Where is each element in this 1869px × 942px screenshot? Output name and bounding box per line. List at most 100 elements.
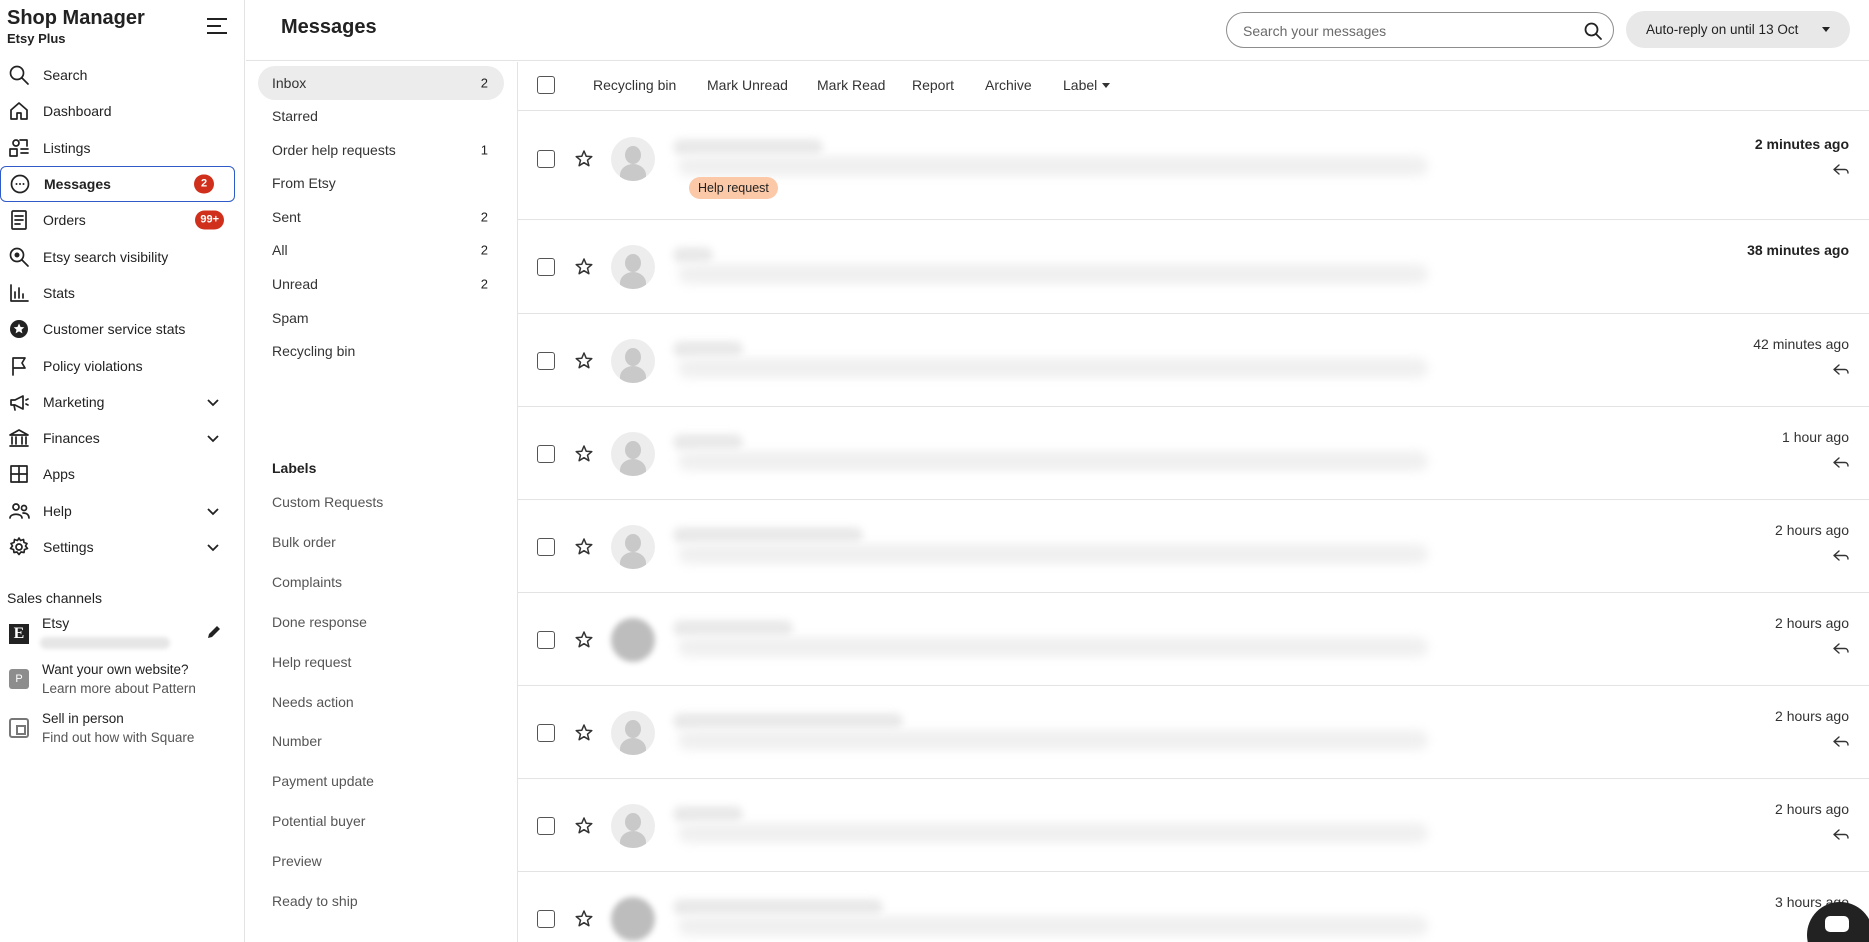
- sales-channel-etsy[interactable]: E Etsy: [7, 615, 232, 651]
- label-complaints[interactable]: Complaints: [272, 574, 342, 590]
- star-icon[interactable]: [574, 816, 594, 836]
- message-row[interactable]: 1 hour ago: [518, 407, 1869, 500]
- sidebar-item-customer-service-stats[interactable]: Customer service stats: [0, 311, 244, 347]
- sidebar-nav: Search Dashboard Listings Messages 2 Orders 99…: [0, 57, 244, 565]
- recycling-bin-button[interactable]: Recycling bin: [593, 77, 676, 93]
- star-icon[interactable]: [574, 444, 594, 464]
- message-checkbox[interactable]: [537, 537, 555, 556]
- label-potential-buyer[interactable]: Potential buyer: [272, 813, 365, 829]
- folder-from-etsy[interactable]: From Etsy: [258, 166, 504, 200]
- chevron-down-icon[interactable]: [206, 395, 220, 409]
- folder-starred[interactable]: Starred: [258, 99, 504, 133]
- folder-inbox[interactable]: Inbox 2: [258, 66, 504, 100]
- page-header: Messages Auto-reply on until 13 Oct: [246, 0, 1869, 61]
- folder-order-help-requests[interactable]: Order help requests 1: [258, 133, 504, 167]
- page-title: Messages: [281, 16, 377, 38]
- folder-recycling-bin[interactable]: Recycling bin: [258, 334, 504, 368]
- chevron-down-icon[interactable]: [206, 431, 220, 445]
- message-row[interactable]: 2 hours ago: [518, 593, 1869, 686]
- message-checkbox[interactable]: [537, 444, 555, 463]
- sender-name-redacted: [673, 712, 903, 729]
- folder-sent[interactable]: Sent 2: [258, 200, 504, 234]
- star-icon[interactable]: [574, 149, 594, 169]
- sidebar-item-finances[interactable]: Finances: [0, 420, 244, 456]
- label-custom-requests[interactable]: Custom Requests: [272, 494, 383, 510]
- grid-icon: [8, 463, 30, 485]
- sidebar-item-apps[interactable]: Apps: [0, 456, 244, 492]
- message-time: 2 hours ago: [1775, 615, 1849, 631]
- message-checkbox[interactable]: [537, 816, 555, 835]
- message-row[interactable]: 3 hours ago: [518, 872, 1869, 942]
- label-needs-action[interactable]: Needs action: [272, 694, 354, 710]
- message-checkbox[interactable]: [537, 258, 555, 276]
- pattern-logo-icon: P: [9, 669, 29, 689]
- label-ready-to-ship[interactable]: Ready to ship: [272, 893, 358, 909]
- sidebar-item-help[interactable]: Help: [0, 493, 244, 529]
- message-row[interactable]: 2 minutes ago Help request: [518, 111, 1869, 220]
- sidebar-item-settings[interactable]: Settings: [0, 529, 244, 565]
- flag-icon: [8, 355, 30, 377]
- message-checkbox[interactable]: [537, 150, 555, 168]
- star-icon[interactable]: [574, 257, 594, 277]
- message-checkbox[interactable]: [537, 630, 555, 649]
- label-done-response[interactable]: Done response: [272, 614, 367, 630]
- label-preview[interactable]: Preview: [272, 853, 322, 869]
- search-icon[interactable]: [1583, 21, 1603, 41]
- menu-icon[interactable]: [207, 18, 227, 34]
- sidebar-item-dashboard[interactable]: Dashboard: [0, 93, 244, 129]
- search-icon: [8, 64, 30, 86]
- avatar: [611, 137, 655, 181]
- sidebar-item-messages[interactable]: Messages 2: [0, 165, 235, 203]
- message-checkbox[interactable]: [537, 723, 555, 742]
- message-row[interactable]: 2 hours ago: [518, 500, 1869, 593]
- folder-label: Order help requests: [272, 142, 396, 158]
- sidebar-item-listings[interactable]: Listings: [0, 130, 244, 166]
- message-checkbox[interactable]: [537, 351, 555, 370]
- chevron-down-icon[interactable]: [206, 540, 220, 554]
- message-row[interactable]: 2 hours ago: [518, 779, 1869, 872]
- sidebar-item-search[interactable]: Search: [0, 57, 244, 93]
- message-checkbox[interactable]: [537, 909, 555, 928]
- folder-spam[interactable]: Spam: [258, 301, 504, 335]
- sidebar-item-marketing[interactable]: Marketing: [0, 384, 244, 420]
- sidebar-item-stats[interactable]: Stats: [0, 275, 244, 311]
- message-time: 1 hour ago: [1782, 429, 1849, 445]
- message-row[interactable]: 2 hours ago: [518, 686, 1869, 779]
- sidebar-item-policy-violations[interactable]: Policy violations: [0, 347, 244, 383]
- sidebar-item-etsy-search-visibility[interactable]: Etsy search visibility: [0, 238, 244, 274]
- sidebar-item-label: Customer service stats: [43, 321, 186, 338]
- reply-arrow-icon: [1833, 457, 1849, 468]
- mark-unread-button[interactable]: Mark Unread: [707, 77, 788, 93]
- edit-pencil-icon[interactable]: [206, 624, 222, 640]
- sidebar-item-orders[interactable]: Orders 99+: [0, 202, 244, 238]
- label-dropdown[interactable]: Label: [1063, 77, 1111, 93]
- sidebar-item-label: Marketing: [43, 393, 105, 410]
- message-row[interactable]: 38 minutes ago: [518, 220, 1869, 314]
- auto-reply-button[interactable]: Auto-reply on until 13 Oct: [1626, 11, 1850, 48]
- folder-count: 2: [480, 75, 488, 91]
- label-help-request[interactable]: Help request: [272, 654, 351, 670]
- star-icon[interactable]: [574, 537, 594, 557]
- chevron-down-icon[interactable]: [206, 504, 220, 518]
- message-search: [1226, 12, 1614, 48]
- label-bulk-order[interactable]: Bulk order: [272, 534, 336, 550]
- home-icon: [8, 100, 30, 122]
- select-all-checkbox[interactable]: [537, 76, 555, 94]
- search-input[interactable]: [1243, 21, 1563, 41]
- star-icon[interactable]: [574, 351, 594, 371]
- folder-unread[interactable]: Unread 2: [258, 267, 504, 301]
- sidebar-item-label: Orders: [43, 212, 86, 229]
- message-row[interactable]: 42 minutes ago: [518, 314, 1869, 407]
- report-button[interactable]: Report: [912, 77, 954, 93]
- folder-all[interactable]: All 2: [258, 233, 504, 267]
- star-icon[interactable]: [574, 630, 594, 650]
- people-icon: [8, 500, 30, 522]
- mark-read-button[interactable]: Mark Read: [817, 77, 885, 93]
- label-payment-update[interactable]: Payment update: [272, 773, 374, 789]
- folder-label: Spam: [272, 310, 309, 326]
- folder-label: From Etsy: [272, 175, 336, 191]
- star-icon[interactable]: [574, 723, 594, 743]
- label-number[interactable]: Number: [272, 733, 322, 749]
- star-icon[interactable]: [574, 909, 594, 929]
- archive-button[interactable]: Archive: [985, 77, 1032, 93]
